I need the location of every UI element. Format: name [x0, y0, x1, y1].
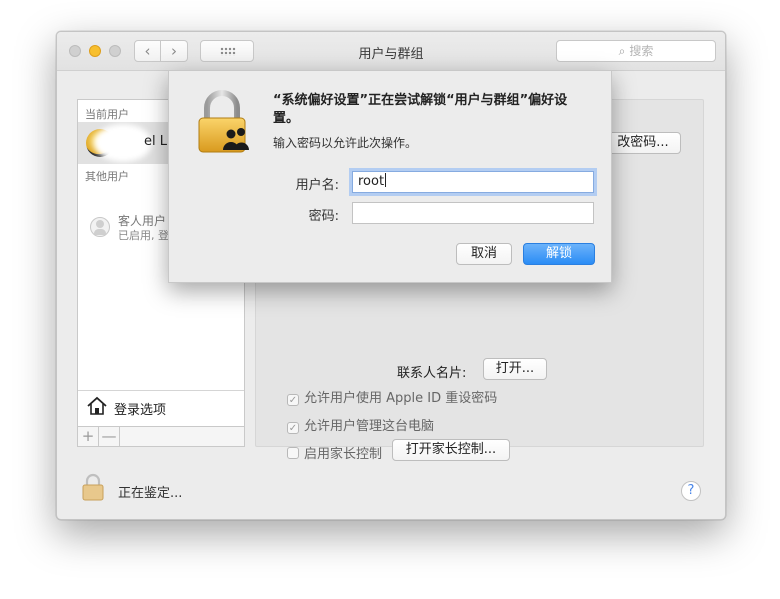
login-options-label: 登录选项 [114, 403, 167, 418]
guest-avatar-icon [90, 217, 110, 237]
guest-user-status: 已启用, 登 [118, 229, 169, 242]
current-users-heading: 当前用户 [85, 108, 129, 121]
option-admin[interactable]: ✓ 允许用户管理这台电脑 [287, 415, 434, 434]
option-label: 启用家长控制 [304, 447, 383, 462]
username-value: root [358, 174, 385, 189]
lock-icon[interactable] [82, 473, 104, 501]
search-icon: ⌕ [618, 44, 626, 58]
padlock-users-icon [198, 90, 249, 153]
unlock-button[interactable]: 解锁 [523, 243, 595, 265]
cancel-button[interactable]: 取消 [456, 243, 512, 265]
add-user-button[interactable]: + [78, 427, 99, 446]
current-user-name: el L [144, 134, 167, 149]
search-field[interactable]: ⌕ 搜索 [556, 40, 716, 62]
username-field[interactable]: root [352, 171, 594, 193]
search-placeholder: 搜索 [629, 44, 654, 58]
password-label: 密码: [308, 209, 339, 224]
help-button[interactable]: ? [681, 481, 701, 501]
change-password-button[interactable]: 改密码... [605, 132, 681, 154]
contact-card-label: 联系人名片: [397, 366, 467, 381]
open-contact-button[interactable]: 打开... [483, 358, 547, 380]
add-remove-bar: + — [77, 426, 245, 447]
password-field[interactable] [352, 202, 594, 224]
checkbox[interactable] [287, 447, 299, 459]
status-text: 正在鉴定... [118, 486, 183, 501]
house-icon [87, 396, 107, 415]
option-parental-controls[interactable]: 启用家长控制 [287, 443, 382, 462]
option-label: 允许用户使用 Apple ID 重设密码 [304, 391, 498, 406]
checkbox[interactable]: ✓ [287, 422, 299, 434]
text-caret [385, 173, 387, 187]
remove-user-button[interactable]: — [99, 427, 120, 446]
title-bar: ‹ › 用户与群组 ⌕ 搜索 [57, 32, 725, 71]
dialog-title: “系统偏好设置”正在尝试解锁“用户与群组”偏好设置。 [273, 93, 568, 126]
open-parental-controls-button[interactable]: 打开家长控制... [392, 439, 510, 461]
username-label: 用户名: [295, 178, 339, 193]
option-apple-id-reset[interactable]: ✓ 允许用户使用 Apple ID 重设密码 [287, 387, 497, 406]
option-label: 允许用户管理这台电脑 [304, 419, 435, 434]
checkbox[interactable]: ✓ [287, 394, 299, 406]
other-users-heading: 其他用户 [85, 170, 129, 183]
authentication-dialog: “系统偏好设置”正在尝试解锁“用户与群组”偏好设置。 输入密码以允许此次操作。 … [168, 70, 612, 283]
dialog-info: 输入密码以允许此次操作。 [273, 136, 418, 150]
login-options-item[interactable]: 登录选项 [78, 390, 244, 424]
